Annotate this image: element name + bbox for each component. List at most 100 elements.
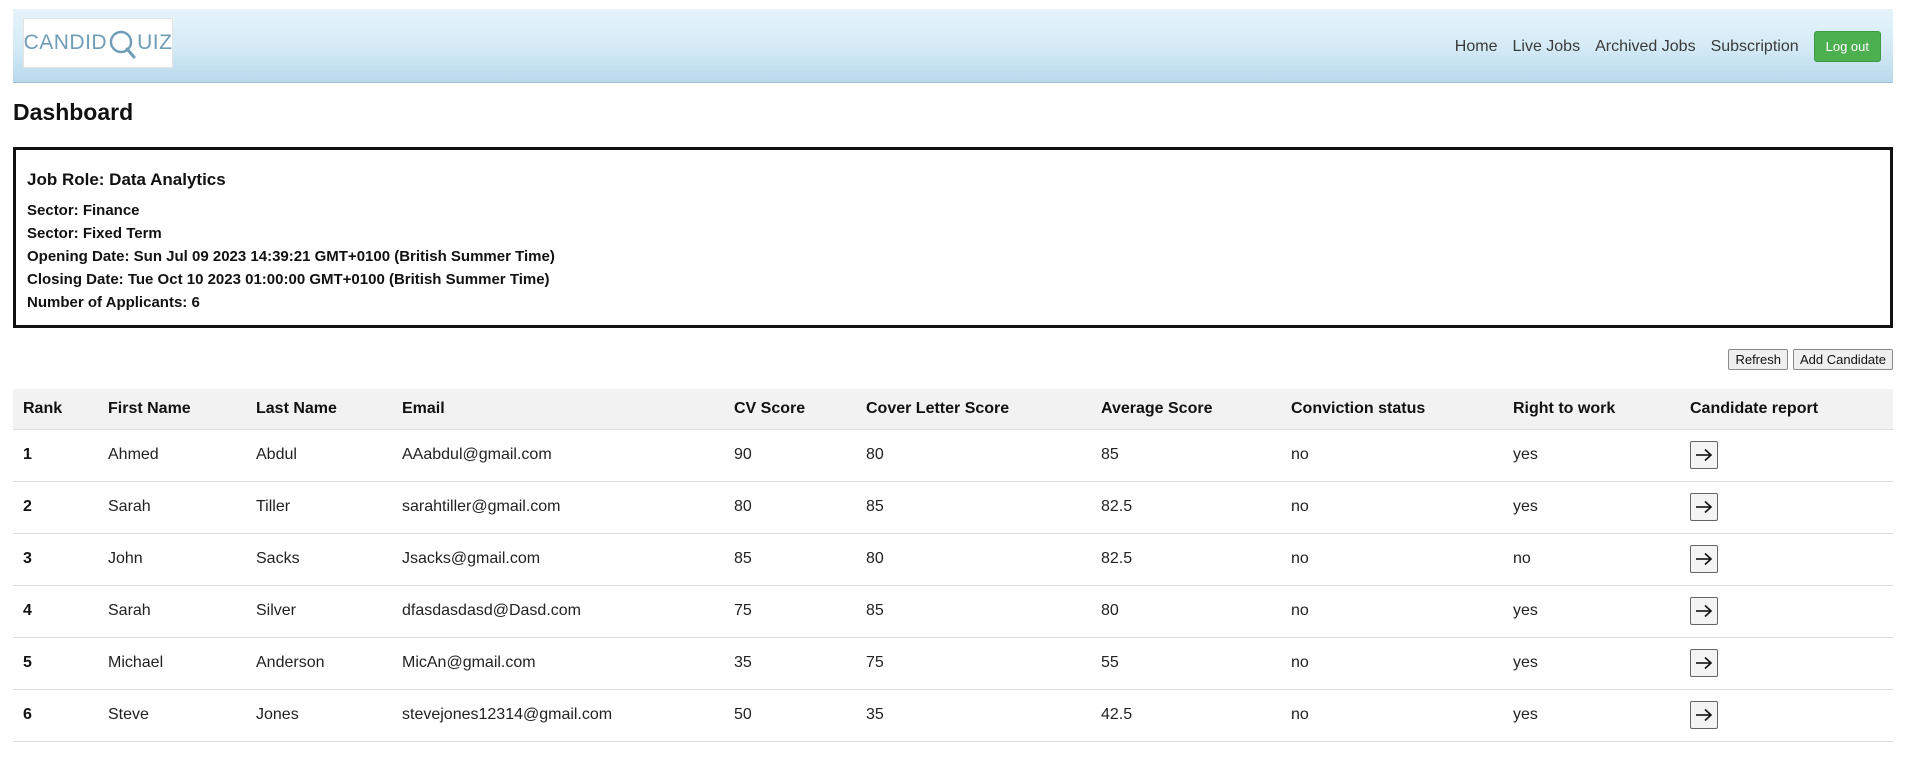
table-row: 5 Michael Anderson MicAn@gmail.com 35 75 55 no y… — [13, 637, 1893, 690]
rank-cell: 4 — [13, 585, 98, 638]
candidate-report-button[interactable] — [1690, 493, 1718, 521]
conviction-status-cell: no — [1281, 429, 1503, 482]
navbar: CANDID UIZ Home Live Jobs Archived Jobs … — [13, 9, 1893, 83]
cv-score-cell: 75 — [724, 585, 856, 638]
table-row: 3 John Sacks Jsacks@gmail.com 85 80 82.5 no no — [13, 533, 1893, 586]
rank-cell: 1 — [13, 429, 98, 482]
rank-cell: 3 — [13, 533, 98, 586]
table-row: 4 Sarah Silver dfasdasdasd@Dasd.com 75 85 80 no… — [13, 585, 1893, 638]
last-name-cell: Sacks — [246, 533, 392, 586]
candidate-report-cell — [1680, 637, 1893, 690]
right-to-work-cell: yes — [1503, 481, 1680, 534]
column-header-email: Email — [392, 389, 724, 430]
job-role: Job Role: Data Analytics — [27, 170, 226, 189]
logo-text-right: UIZ — [137, 31, 173, 54]
candidate-report-button[interactable] — [1690, 545, 1718, 573]
right-to-work-cell: no — [1503, 533, 1680, 586]
email-cell: MicAn@gmail.com — [392, 637, 724, 690]
column-header-first-name: First Name — [98, 389, 246, 430]
rank-cell: 6 — [13, 689, 98, 742]
nav-subscription-link[interactable]: Subscription — [1711, 38, 1799, 56]
cv-score-cell: 85 — [724, 533, 856, 586]
email-cell: Jsacks@gmail.com — [392, 533, 724, 586]
conviction-status-cell: no — [1281, 585, 1503, 638]
job-opening-date: Opening Date: Sun Jul 09 2023 14:39:21 G… — [27, 248, 555, 265]
logout-button[interactable]: Log out — [1813, 31, 1881, 62]
column-header-average-score: Average Score — [1091, 389, 1281, 430]
last-name-cell: Tiller — [246, 481, 392, 534]
magnifier-q-icon — [108, 29, 136, 59]
column-header-candidate-report: Candidate report — [1680, 389, 1893, 430]
arrow-right-icon — [1696, 448, 1713, 462]
column-header-last-name: Last Name — [246, 389, 392, 430]
cover-letter-score-cell: 85 — [856, 585, 1091, 638]
table-header-row: Rank First Name Last Name Email CV Score… — [13, 389, 1893, 430]
last-name-cell: Silver — [246, 585, 392, 638]
cover-letter-score-cell: 80 — [856, 429, 1091, 482]
candidates-table: Rank First Name Last Name Email CV Score… — [13, 389, 1893, 742]
first-name-cell: Sarah — [98, 481, 246, 534]
arrow-right-icon — [1696, 656, 1713, 670]
logo-text-left: CANDID — [23, 31, 108, 54]
nav-live-jobs-link[interactable]: Live Jobs — [1512, 38, 1580, 56]
conviction-status-cell: no — [1281, 481, 1503, 534]
job-sector: Sector: Finance — [27, 202, 140, 219]
email-cell: dfasdasdasd@Dasd.com — [392, 585, 724, 638]
right-to-work-cell: yes — [1503, 585, 1680, 638]
first-name-cell: John — [98, 533, 246, 586]
cv-score-cell: 80 — [724, 481, 856, 534]
first-name-cell: Sarah — [98, 585, 246, 638]
refresh-button[interactable]: Refresh — [1728, 349, 1788, 370]
email-cell: AAabdul@gmail.com — [392, 429, 724, 482]
last-name-cell: Jones — [246, 689, 392, 742]
arrow-right-icon — [1696, 500, 1713, 514]
table-row: 1 Ahmed Abdul AAabdul@gmail.com 90 80 85 no yes — [13, 429, 1893, 482]
arrow-right-icon — [1696, 604, 1713, 618]
candidquiz-logo[interactable]: CANDID UIZ — [23, 18, 173, 68]
right-to-work-cell: yes — [1503, 637, 1680, 690]
job-contract-type: Sector: Fixed Term — [27, 225, 162, 242]
candidate-report-cell — [1680, 533, 1893, 586]
average-score-cell: 80 — [1091, 585, 1281, 638]
average-score-cell: 82.5 — [1091, 533, 1281, 586]
add-candidate-button[interactable]: Add Candidate — [1792, 349, 1893, 370]
cover-letter-score-cell: 35 — [856, 689, 1091, 742]
candidate-report-button[interactable] — [1690, 441, 1718, 469]
column-header-conviction-status: Conviction status — [1281, 389, 1503, 430]
cover-letter-score-cell: 80 — [856, 533, 1091, 586]
right-to-work-cell: yes — [1503, 429, 1680, 482]
cv-score-cell: 90 — [724, 429, 856, 482]
right-to-work-cell: yes — [1503, 689, 1680, 742]
candidate-report-cell — [1680, 585, 1893, 638]
rank-cell: 2 — [13, 481, 98, 534]
email-cell: sarahtiller@gmail.com — [392, 481, 724, 534]
first-name-cell: Steve — [98, 689, 246, 742]
candidate-report-cell — [1680, 481, 1893, 534]
table-actions: Refresh Add Candidate — [1728, 349, 1893, 370]
column-header-cv-score: CV Score — [724, 389, 856, 430]
nav-links: Home Live Jobs Archived Jobs Subscriptio… — [1455, 31, 1881, 62]
first-name-cell: Michael — [98, 637, 246, 690]
last-name-cell: Abdul — [246, 429, 392, 482]
candidate-report-button[interactable] — [1690, 649, 1718, 677]
page-title: Dashboard — [13, 99, 134, 125]
cv-score-cell: 35 — [724, 637, 856, 690]
email-cell: stevejones12314@gmail.com — [392, 689, 724, 742]
average-score-cell: 42.5 — [1091, 689, 1281, 742]
job-closing-date: Closing Date: Tue Oct 10 2023 01:00:00 G… — [27, 271, 550, 288]
average-score-cell: 55 — [1091, 637, 1281, 690]
conviction-status-cell: no — [1281, 533, 1503, 586]
candidate-report-button[interactable] — [1690, 701, 1718, 729]
candidate-report-button[interactable] — [1690, 597, 1718, 625]
table-row: 6 Steve Jones stevejones12314@gmail.com 50 35… — [13, 689, 1893, 742]
conviction-status-cell: no — [1281, 689, 1503, 742]
job-details-panel: Job Role: Data Analytics Sector: Finance… — [13, 147, 1893, 328]
cv-score-cell: 50 — [724, 689, 856, 742]
nav-home-link[interactable]: Home — [1455, 38, 1498, 56]
cover-letter-score-cell: 75 — [856, 637, 1091, 690]
average-score-cell: 85 — [1091, 429, 1281, 482]
rank-cell: 5 — [13, 637, 98, 690]
column-header-rank: Rank — [13, 389, 98, 430]
average-score-cell: 82.5 — [1091, 481, 1281, 534]
nav-archived-jobs-link[interactable]: Archived Jobs — [1595, 38, 1696, 56]
